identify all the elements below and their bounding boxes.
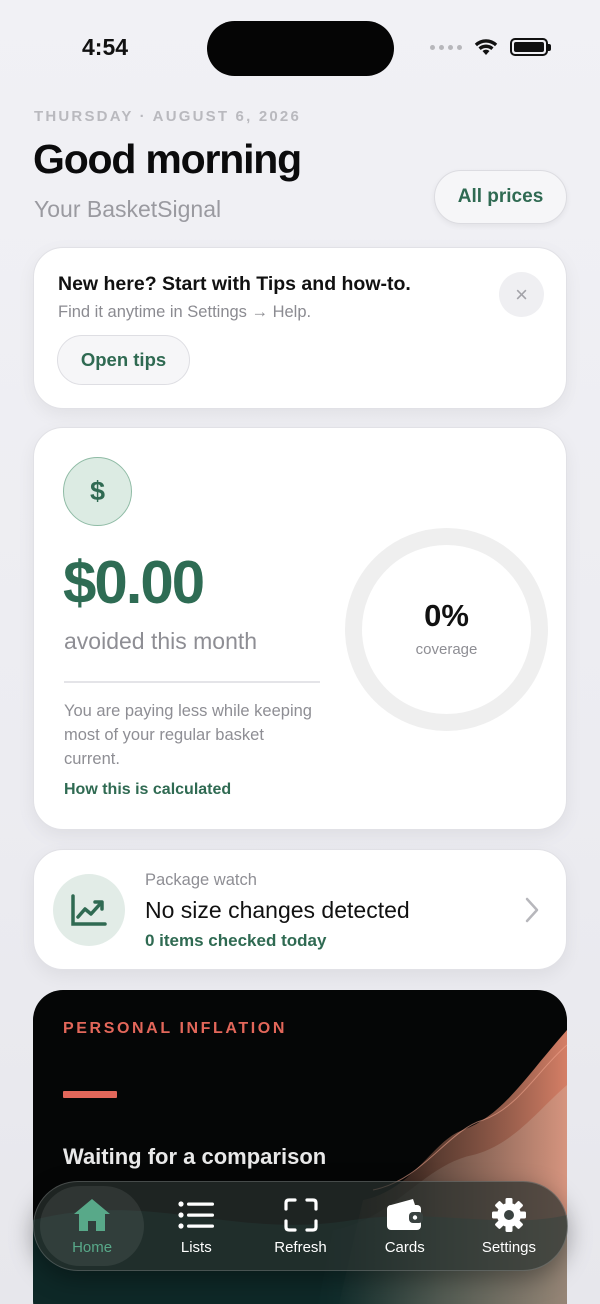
package-watch-kicker: Package watch [145, 871, 257, 889]
coverage-value: 0% [424, 598, 469, 633]
all-prices-button[interactable]: All prices [434, 170, 567, 224]
package-watch-status: 0 items checked today [145, 931, 327, 950]
tab-bar: Home Lists Refresh Cards Settings [33, 1181, 568, 1271]
tab-label: Lists [180, 1238, 212, 1256]
home-screen: 4:54 THURSDAY · AUGUST 6, 2026 Good morn… [0, 0, 600, 1304]
status-time: 4:54 [82, 34, 129, 60]
cellular-signal-icon [430, 44, 462, 50]
package-watch-title: No size changes detected [145, 897, 410, 923]
date-line: THURSDAY · AUGUST 6, 2026 [34, 108, 302, 125]
gear-icon [491, 1197, 526, 1232]
tab-settings[interactable]: Settings [457, 1186, 561, 1266]
tab-home[interactable]: Home [40, 1186, 145, 1266]
tips-title: New here? Start with Tips and how-to. [58, 273, 411, 295]
inflation-kicker: PERSONAL INFLATION [63, 1020, 287, 1037]
wifi-icon [474, 39, 498, 55]
divider [64, 681, 320, 683]
tips-subtitle: Find it anytime in Settings → Help. [58, 303, 312, 321]
inflation-accent-bar [63, 1091, 117, 1098]
open-tips-button[interactable]: Open tips [57, 335, 190, 385]
page-title: Good morning [33, 136, 302, 182]
trend-chart-icon [53, 874, 125, 946]
tab-lists[interactable]: Lists [144, 1186, 248, 1266]
dollar-icon: $ [63, 457, 132, 526]
savings-amount: $0.00 [63, 549, 205, 616]
tab-label: Home [72, 1238, 113, 1256]
close-icon: × [515, 281, 528, 307]
house-icon [74, 1198, 111, 1231]
savings-explanation: You are paying less while keeping most o… [64, 702, 312, 768]
savings-card[interactable]: $ $0.00 avoided this month You are payin… [33, 427, 567, 830]
coverage-label: coverage [415, 641, 478, 658]
tab-label: Settings [481, 1238, 537, 1256]
tips-card: New here? Start with Tips and how-to. Fi… [33, 247, 567, 409]
tab-refresh[interactable]: Refresh [248, 1186, 352, 1266]
list-icon [178, 1200, 215, 1229]
wallet-icon [386, 1198, 423, 1230]
tab-label: Cards [384, 1238, 425, 1256]
how-calculated-link[interactable]: How this is calculated [64, 781, 231, 799]
status-indicators [430, 38, 551, 56]
tab-label: Refresh [274, 1238, 327, 1256]
chevron-right-icon [525, 897, 539, 923]
dynamic-island [207, 21, 394, 76]
page-subtitle: Your BasketSignal [34, 196, 222, 222]
battery-icon [510, 38, 551, 56]
close-tips-button[interactable]: × [499, 272, 544, 317]
inflation-message: Waiting for a comparison [63, 1144, 327, 1169]
savings-amount-label: avoided this month [64, 628, 258, 654]
tab-cards[interactable]: Cards [353, 1186, 457, 1266]
scan-frame-icon [283, 1197, 318, 1232]
package-watch-card[interactable]: Package watch No size changes detected 0… [33, 849, 567, 970]
